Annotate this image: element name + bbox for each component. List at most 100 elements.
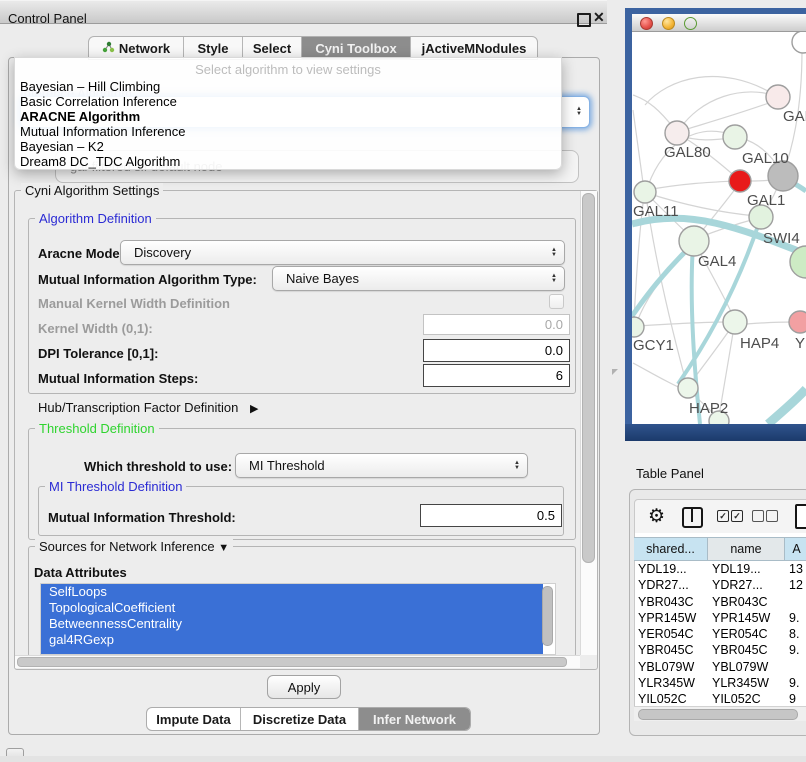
network-canvas[interactable]: GALGAL80GAL10GAL1GAL11SWI4GAL4GCY1HAP4YH… [632,32,806,424]
tab-infer-network[interactable]: Infer Network [358,708,470,730]
table-cell: YDR27... [712,578,763,592]
settings-hscrollbar-thumb[interactable] [17,657,567,667]
gear-icon[interactable]: ⚙ [648,505,665,528]
column-header[interactable]: shared... [634,537,708,561]
network-node[interactable] [766,85,790,109]
close-traffic-icon[interactable] [640,17,653,30]
manual-kernel-checkbox[interactable] [549,294,564,309]
mi-threshold-value: 0.5 [537,508,555,523]
network-node[interactable] [679,226,709,256]
network-node[interactable] [678,378,698,398]
minimize-traffic-icon[interactable] [662,17,675,30]
checked-pair-icon-2[interactable]: ✓ [731,510,743,522]
dpi-tolerance-input[interactable]: 0.0 [423,339,570,362]
tab-jactivemnodules[interactable]: jActiveMNodules [410,37,537,59]
network-node[interactable] [632,317,644,337]
network-node-label: GAL4 [698,253,736,270]
tab-style[interactable]: Style [183,37,242,59]
network-node[interactable] [634,181,656,203]
kernel-width-input[interactable]: 0.0 [423,314,570,335]
attribute-list-item[interactable]: SelfLoops [41,584,543,600]
table-row[interactable]: YBL079WYBL079W [635,659,805,675]
which-threshold-combobox[interactable]: MI Threshold ▲▼ [235,453,528,478]
column-header[interactable]: name [708,537,785,561]
unchecked-pair-icon-2[interactable] [766,510,778,522]
network-window-titlebar[interactable] [632,14,806,32]
algorithm-definition-title: Algorithm Definition [35,211,156,226]
float-icon[interactable] [577,13,591,27]
dpi-tolerance-label: DPI Tolerance [0,1]: [38,346,158,361]
dropdown-items: Bayesian – Hill ClimbingBasic Correlatio… [15,79,561,169]
mi-steps-input[interactable]: 6 [423,364,570,387]
dropdown-item[interactable]: Bayesian – K2 [15,139,561,154]
tab-label: Cyni Toolbox [315,41,396,56]
table-row[interactable]: YBR043CYBR043C [635,594,805,610]
dropdown-item[interactable]: Mutual Information Inference [15,124,561,139]
pane-resize-handle[interactable] [612,369,618,375]
table-cell: YDR27... [638,578,689,592]
network-node[interactable] [729,170,751,192]
table-cell: 9. [789,643,799,657]
tab-discretize-data[interactable]: Discretize Data [240,708,358,730]
table-row[interactable]: YER054CYER054C8. [635,626,805,642]
table-cell: YBR043C [712,595,768,609]
dropdown-placeholder: Select algorithm to view settings [15,60,561,79]
attribute-list-item[interactable]: gal4RGexp [41,632,543,648]
zoom-traffic-icon[interactable] [684,17,697,30]
checked-pair-icon-1[interactable]: ✓ [717,510,729,522]
hub-definition-expander[interactable]: Hub/Transcription Factor Definition ▶ [38,400,258,415]
tab-impute-data[interactable]: Impute Data [147,708,240,730]
attribute-list-item-partial[interactable] [41,648,543,655]
mi-threshold-label: Mutual Information Threshold: [48,510,236,525]
network-node-label: GCY1 [633,337,674,354]
expand-right-icon: ▶ [250,403,258,415]
document-icon[interactable] [795,504,806,529]
dropdown-item[interactable]: Bayesian – Hill Climbing [15,79,561,94]
network-node-label: HAP4 [740,335,779,352]
network-node[interactable] [723,125,747,149]
dropdown-item[interactable]: Dream8 DC_TDC Algorithm [15,154,561,169]
apply-button[interactable]: Apply [267,675,341,699]
data-attributes-list[interactable]: SelfLoopsTopologicalCoefficientBetweenne… [40,583,556,655]
stepper-icon: ▲▼ [576,107,582,117]
mi-type-combobox[interactable]: Naive Bayes ▲▼ [272,266,565,291]
bottom-tabbar: Impute DataDiscretize DataInfer Network [146,707,471,731]
table-row[interactable]: YLR345WYLR345W9. [635,675,805,691]
table-hscrollbar-thumb[interactable] [638,709,798,720]
table-cell: YDL19... [712,562,761,576]
tab-network[interactable]: Network [89,37,183,59]
close-icon[interactable]: ✕ [593,9,605,26]
table-row[interactable]: YBR045CYBR045C9. [635,642,805,658]
table-row[interactable]: YPR145WYPR145W9. [635,610,805,626]
tab-cyni-toolbox[interactable]: Cyni Toolbox [301,37,410,59]
control-panel-title: Control Panel [8,11,87,26]
network-node[interactable] [789,311,806,333]
bottom-strip [0,756,806,762]
sources-group-title[interactable]: Sources for Network Inference ▼ [35,539,233,554]
unchecked-pair-icon-1[interactable] [752,510,764,522]
dropdown-item[interactable]: Basic Correlation Inference [15,94,561,109]
mi-threshold-input[interactable]: 0.5 [420,504,562,527]
table-row[interactable]: YDL19...YDL19...13 [635,561,805,577]
aracne-mode-combobox[interactable]: Discovery ▲▼ [120,240,565,265]
table-row[interactable]: YDR27... YDR27... 12 [635,577,805,593]
network-node[interactable] [665,121,689,145]
network-edge [645,76,775,105]
network-node[interactable] [792,32,806,53]
table-cell: 12 [789,578,803,592]
network-node-label: HAP2 [689,400,728,417]
column-header[interactable]: A [785,537,806,561]
table-rows: YDL19...YDL19...13YDR27... YDR27... 12 YBR0… [635,561,805,704]
attribute-list-item[interactable]: TopologicalCoefficient [41,600,543,616]
table-cell: YPR145W [712,611,770,625]
collapse-down-icon: ▼ [218,542,229,554]
list-scrollbar-thumb[interactable] [542,586,553,646]
network-node[interactable] [723,310,747,334]
columns-icon[interactable] [682,507,703,528]
settings-vscrollbar-thumb[interactable] [582,193,595,563]
attribute-list-item[interactable]: BetweennessCentrality [41,616,543,632]
table-row[interactable]: YIL052CYIL052C9 [635,691,805,704]
threshold-definition-title: Threshold Definition [35,421,159,436]
tab-select[interactable]: Select [242,37,301,59]
dropdown-item[interactable]: ARACNE Algorithm [15,109,561,124]
